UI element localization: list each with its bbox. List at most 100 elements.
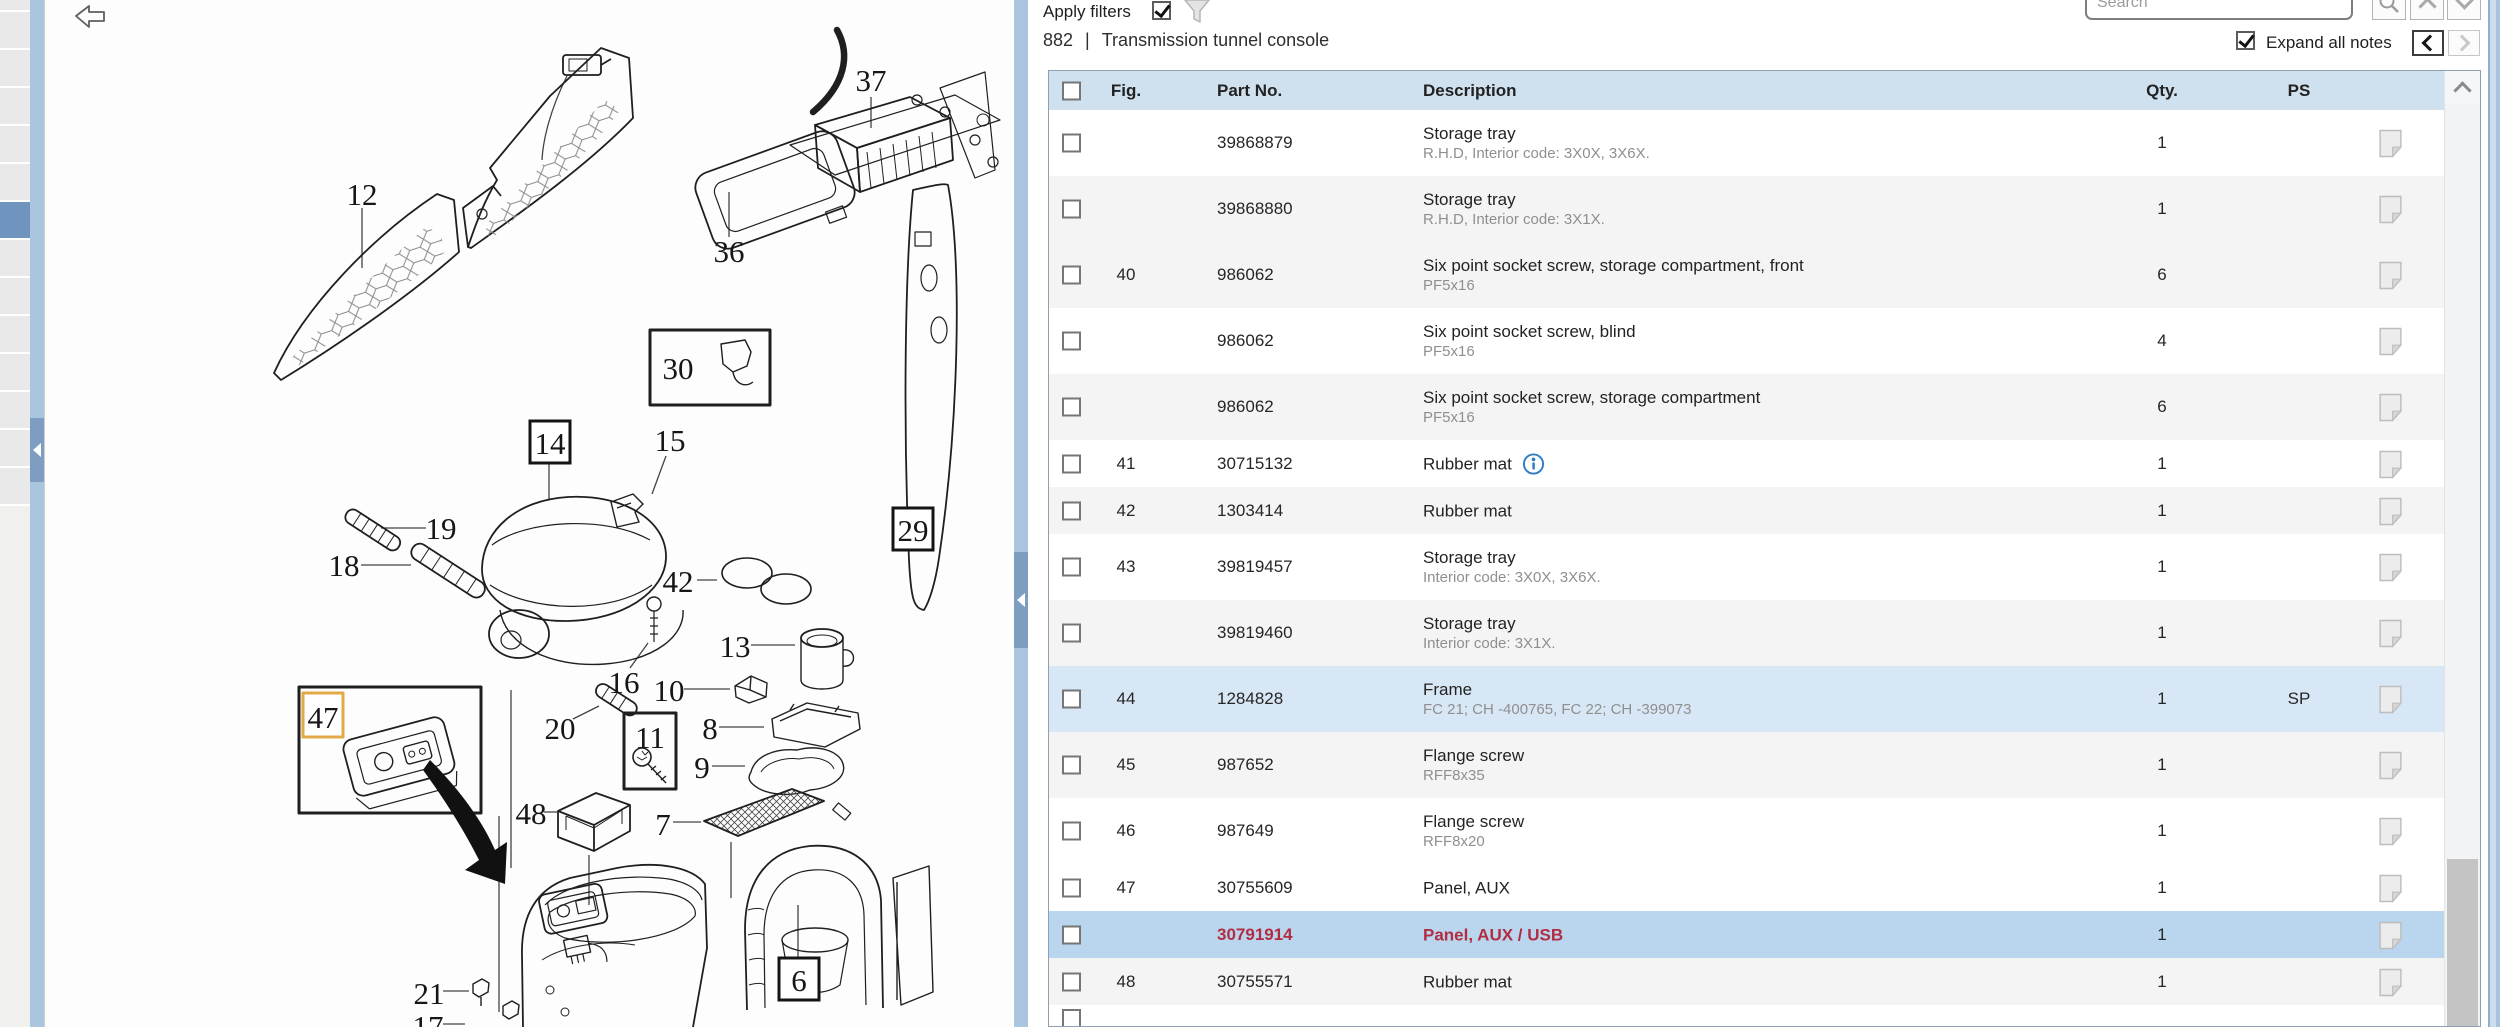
note-icon-cell[interactable] xyxy=(2379,968,2403,997)
diagram-label-29[interactable]: 29 xyxy=(898,513,929,548)
sidebar-thumbnail[interactable] xyxy=(0,12,30,50)
back-button[interactable] xyxy=(72,2,108,30)
sidebar-thumbnail[interactable] xyxy=(0,468,30,506)
expand-all-notes-checkbox[interactable] xyxy=(2236,31,2255,50)
note-icon-cell[interactable] xyxy=(2379,751,2403,780)
diagram-label-15[interactable]: 15 xyxy=(655,423,686,458)
info-icon[interactable] xyxy=(1522,452,1545,475)
diagram-label-16[interactable]: 16 xyxy=(609,665,640,700)
diagram-label-47[interactable]: 47 xyxy=(308,700,339,735)
row-checkbox[interactable] xyxy=(1062,1009,1081,1026)
diagram-label-36[interactable]: 36 xyxy=(714,234,745,269)
table-row[interactable]: 39819460 Storage tray Interior code: 3X1X.… xyxy=(1049,600,2445,666)
sidebar-thumbnail[interactable] xyxy=(0,164,30,202)
table-row[interactable]: 46 987649 Flange screw RFF8x20 1 xyxy=(1049,798,2445,864)
sidebar-thumbnail[interactable] xyxy=(0,50,30,88)
note-icon-cell[interactable] xyxy=(2379,195,2403,224)
sidebar-thumbnail[interactable] xyxy=(0,0,30,12)
scrollbar-up-button[interactable] xyxy=(2445,71,2480,104)
note-icon-cell[interactable] xyxy=(2379,619,2403,648)
search-input[interactable] xyxy=(2085,0,2353,20)
column-header-fig[interactable]: Fig. xyxy=(1104,81,1148,101)
sidebar-thumbnail[interactable] xyxy=(0,202,30,240)
column-header-description[interactable]: Description xyxy=(1423,81,2113,101)
table-row[interactable]: 41 30715132 Rubber mat 1 xyxy=(1049,440,2445,487)
column-header-part-no[interactable]: Part No. xyxy=(1217,81,1412,101)
note-icon-cell[interactable] xyxy=(2379,685,2403,714)
sidebar-thumbnail[interactable] xyxy=(0,430,30,468)
note-icon-cell[interactable] xyxy=(2379,921,2403,950)
search-next-match-button[interactable] xyxy=(2447,0,2481,20)
note-icon-cell[interactable] xyxy=(2379,874,2403,903)
row-checkbox[interactable] xyxy=(1062,133,1081,153)
note-icon-cell[interactable] xyxy=(2379,497,2403,526)
diagram-label-6[interactable]: 6 xyxy=(791,963,807,998)
table-row[interactable]: 986062 Six point socket screw, storage co… xyxy=(1049,374,2445,440)
note-icon-cell[interactable] xyxy=(2379,553,2403,582)
diagram-label-8[interactable]: 8 xyxy=(702,711,718,746)
note-icon-cell[interactable] xyxy=(2379,393,2403,422)
diagram-label-20[interactable]: 20 xyxy=(545,711,576,746)
diagram-label-37[interactable]: 37 xyxy=(856,63,887,98)
table-row[interactable]: 44 1284828 Frame FC 21; CH -400765, FC 22; … xyxy=(1049,666,2445,732)
diagram-label-21[interactable]: 21 xyxy=(414,976,445,1011)
table-row[interactable]: 47 30755609 Panel, AUX 1 xyxy=(1049,864,2445,911)
diagram-label-48[interactable]: 48 xyxy=(516,796,547,831)
table-row[interactable]: 30791914 Panel, AUX / USB 1 xyxy=(1049,911,2445,958)
diagram-label-30[interactable]: 30 xyxy=(663,351,694,386)
note-icon-cell[interactable] xyxy=(2379,129,2403,158)
table-row[interactable] xyxy=(1049,1005,2445,1026)
table-row[interactable]: 39868880 Storage tray R.H.D, Interior code… xyxy=(1049,176,2445,242)
diagram-label-10[interactable]: 10 xyxy=(654,673,685,708)
row-checkbox[interactable] xyxy=(1062,397,1081,417)
note-icon-cell[interactable] xyxy=(2379,450,2403,479)
row-checkbox[interactable] xyxy=(1062,265,1081,285)
scrollbar-thumb[interactable] xyxy=(2447,859,2478,1026)
select-all-checkbox[interactable] xyxy=(1062,81,1081,100)
diagram-label-12[interactable]: 12 xyxy=(347,177,378,212)
sidebar-thumbnail[interactable] xyxy=(0,392,30,430)
scrollbar-track[interactable] xyxy=(2444,71,2480,1026)
diagram-label-14[interactable]: 14 xyxy=(535,426,567,461)
apply-filters-checkbox[interactable] xyxy=(1152,1,1171,20)
diagram-label-19[interactable]: 19 xyxy=(426,511,457,546)
column-header-ps[interactable]: PS xyxy=(2254,81,2344,101)
row-checkbox[interactable] xyxy=(1062,623,1081,643)
next-section-button[interactable] xyxy=(2448,30,2480,56)
diagram-label-17[interactable]: 17 xyxy=(413,1009,444,1027)
row-checkbox[interactable] xyxy=(1062,878,1081,897)
diagram-label-13[interactable]: 13 xyxy=(720,629,751,664)
diagram-label-7[interactable]: 7 xyxy=(655,807,671,842)
row-checkbox[interactable] xyxy=(1062,755,1081,775)
row-checkbox[interactable] xyxy=(1062,689,1081,709)
table-row[interactable]: 39868879 Storage tray R.H.D, Interior code… xyxy=(1049,110,2445,176)
table-row[interactable]: 42 1303414 Rubber mat 1 xyxy=(1049,487,2445,534)
row-checkbox[interactable] xyxy=(1062,925,1081,944)
row-checkbox[interactable] xyxy=(1062,454,1081,473)
sidebar-thumbnail[interactable] xyxy=(0,126,30,164)
note-icon-cell[interactable] xyxy=(2379,261,2403,290)
table-row[interactable]: 40 986062 Six point socket screw, storage … xyxy=(1049,242,2445,308)
row-checkbox[interactable] xyxy=(1062,501,1081,520)
table-row[interactable]: 43 39819457 Storage tray Interior code: 3X0… xyxy=(1049,534,2445,600)
filter-funnel-icon[interactable] xyxy=(1184,0,1211,24)
diagram-collapse-handle[interactable] xyxy=(1014,552,1028,648)
note-icon-cell[interactable] xyxy=(2379,817,2403,846)
table-row[interactable]: 986062 Six point socket screw, blind PF5x1… xyxy=(1049,308,2445,374)
row-checkbox[interactable] xyxy=(1062,557,1081,577)
diagram-label-42[interactable]: 42 xyxy=(663,564,694,599)
table-row[interactable]: 45 987652 Flange screw RFF8x35 1 xyxy=(1049,732,2445,798)
sidebar-thumbnail[interactable] xyxy=(0,240,30,278)
diagram-label-9[interactable]: 9 xyxy=(694,750,710,785)
note-icon-cell[interactable] xyxy=(2379,327,2403,356)
row-checkbox[interactable] xyxy=(1062,199,1081,219)
row-checkbox[interactable] xyxy=(1062,821,1081,841)
row-checkbox[interactable] xyxy=(1062,972,1081,991)
sidebar-thumbnail[interactable] xyxy=(0,88,30,126)
column-header-qty[interactable]: Qty. xyxy=(2117,81,2207,101)
row-checkbox[interactable] xyxy=(1062,331,1081,351)
previous-section-button[interactable] xyxy=(2412,30,2444,56)
search-button[interactable] xyxy=(2372,0,2406,20)
sidebar-thumbnail[interactable] xyxy=(0,354,30,392)
sidebar-thumbnail[interactable] xyxy=(0,316,30,354)
